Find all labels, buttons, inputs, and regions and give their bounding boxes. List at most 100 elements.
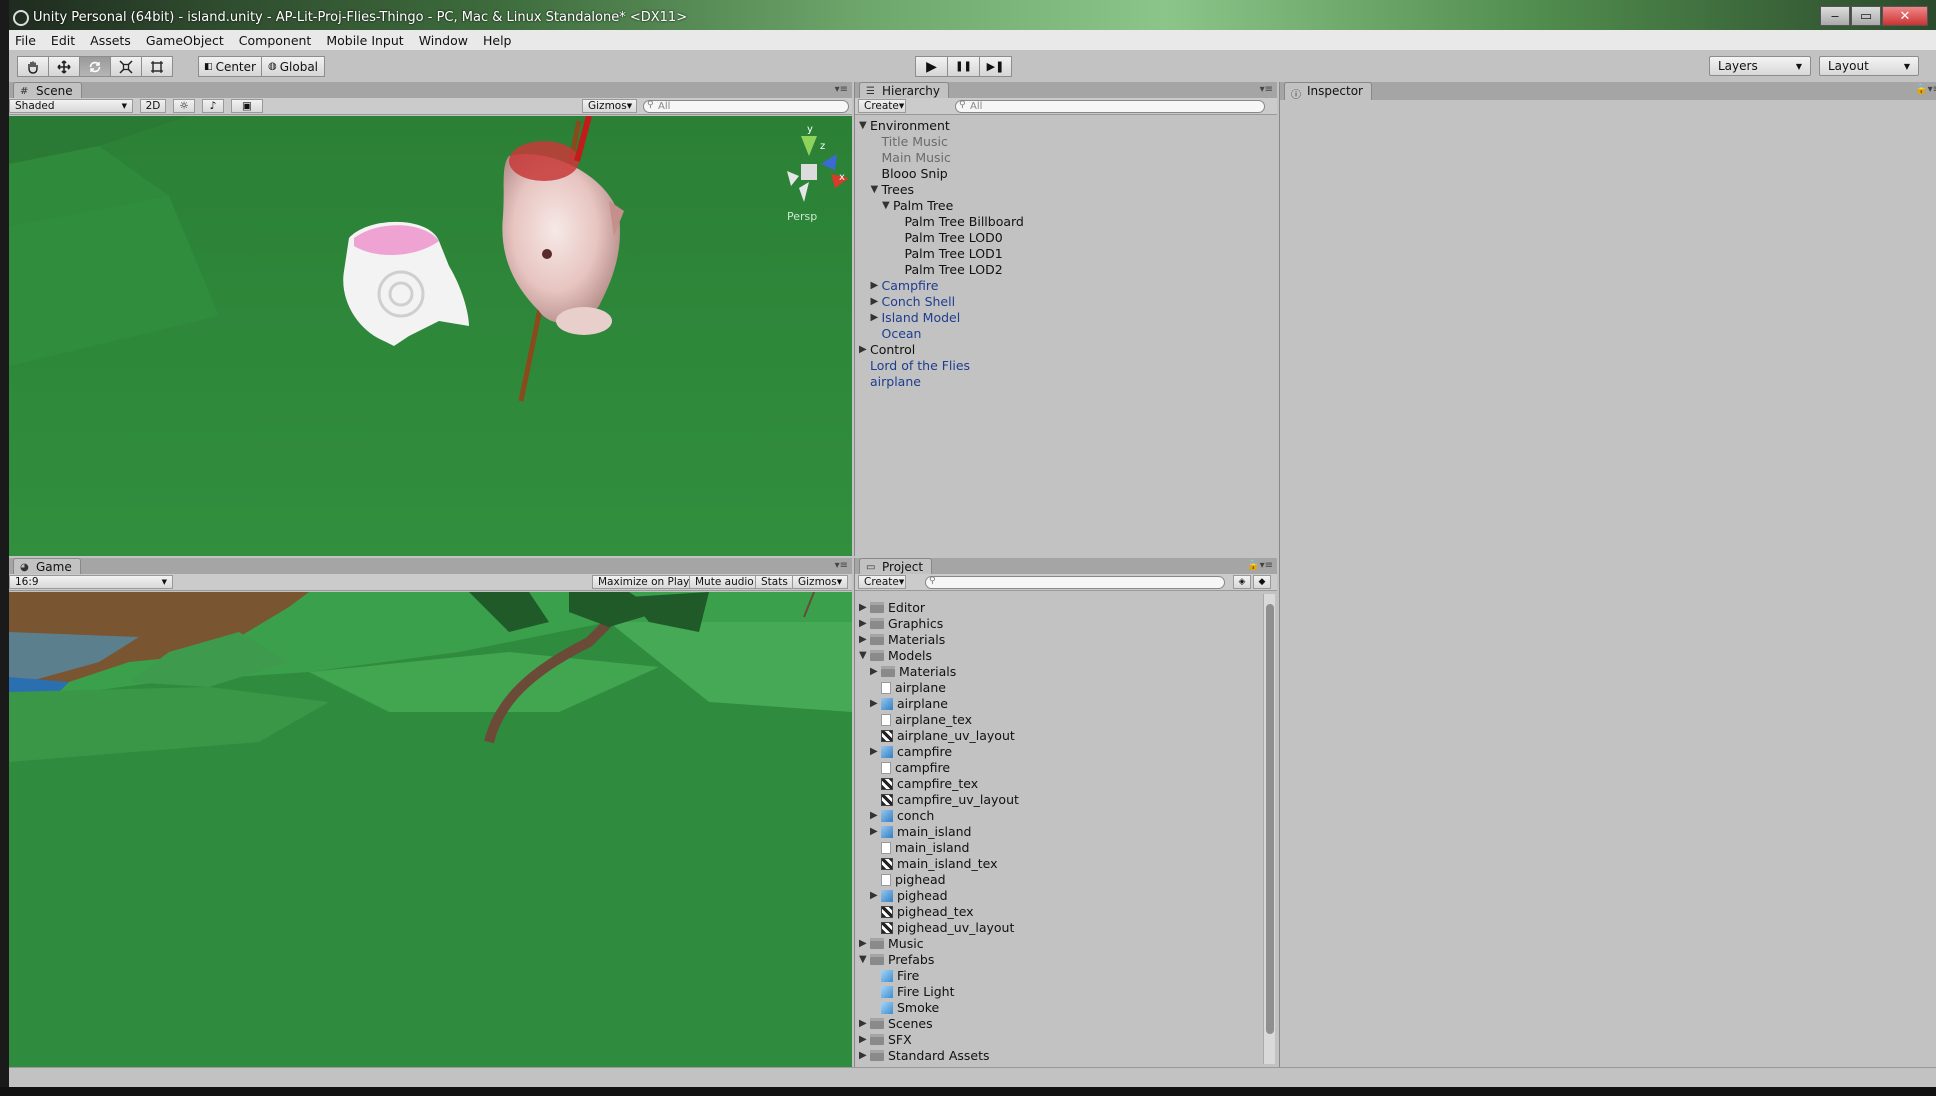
hierarchy-item[interactable]: Palm Tree LOD1 <box>905 246 1003 262</box>
project-create-button[interactable]: Create ▼ <box>858 575 906 589</box>
expand-right-icon[interactable]: ▶ <box>859 1032 867 1048</box>
expand-right-icon[interactable]: ▶ <box>871 278 879 294</box>
expand-right-icon[interactable]: ▶ <box>871 310 879 326</box>
expand-right-icon[interactable]: ▶ <box>859 632 867 648</box>
scale-tool-button[interactable] <box>110 56 142 77</box>
project-item[interactable]: ▶ Editor <box>859 600 925 616</box>
play-button[interactable]: ▶ <box>915 56 948 77</box>
hierarchy-item[interactable]: Ocean <box>882 326 922 342</box>
project-item[interactable]: campfire <box>881 760 950 776</box>
rotate-tool-button[interactable] <box>79 56 111 77</box>
expand-right-icon[interactable]: ▶ <box>870 744 878 760</box>
expand-down-icon[interactable]: ▼ <box>871 182 879 198</box>
pause-button[interactable]: ❚❚ <box>947 56 980 77</box>
panel-menu-icon[interactable]: 🔒▾≡ <box>1247 560 1273 571</box>
hierarchy-item[interactable]: ▶ Control <box>859 342 915 358</box>
hand-tool-button[interactable] <box>17 56 49 77</box>
layers-dropdown[interactable]: Layers ▼ <box>1709 56 1811 76</box>
scene-viewport[interactable]: y z x Persp <box>9 116 852 556</box>
hierarchy-item[interactable]: Palm Tree LOD0 <box>905 230 1003 246</box>
filter-by-label-button[interactable]: ◆ <box>1253 575 1271 589</box>
project-scroll-thumb[interactable] <box>1266 604 1274 1034</box>
project-item[interactable]: ▶ Scenes <box>859 1016 933 1032</box>
expand-down-icon[interactable]: ▼ <box>859 952 867 968</box>
project-item[interactable]: campfire_uv_layout <box>881 792 1019 808</box>
project-item[interactable]: ▶ campfire <box>870 744 952 760</box>
hierarchy-item[interactable]: airplane <box>870 374 921 390</box>
project-item[interactable]: ▶ SFX <box>859 1032 912 1048</box>
project-item[interactable]: ▶ Music <box>859 936 924 952</box>
expand-right-icon[interactable]: ▶ <box>859 600 867 616</box>
project-item[interactable]: ▶ Materials <box>870 664 956 680</box>
close-button[interactable]: ✕ <box>1882 6 1928 26</box>
project-item[interactable]: ▶ airplane <box>870 696 948 712</box>
project-scrollbar[interactable] <box>1263 594 1275 1064</box>
hierarchy-item[interactable]: Title Music <box>882 134 948 150</box>
menu-gameobject[interactable]: GameObject <box>146 33 224 48</box>
hierarchy-item[interactable]: ▶ Island Model <box>871 310 961 326</box>
menu-window[interactable]: Window <box>419 33 468 48</box>
scene-gizmos-dropdown[interactable]: Gizmos ▼ <box>582 99 637 113</box>
effects-dropdown[interactable]: ▣ <box>231 99 263 113</box>
tab-inspector[interactable]: ⓘ Inspector <box>1284 82 1372 101</box>
audio-toggle[interactable]: ♪ <box>202 99 224 113</box>
mute-audio-toggle[interactable]: Mute audio <box>689 575 760 589</box>
2d-toggle[interactable]: 2D <box>140 99 166 113</box>
hierarchy-item[interactable]: ▶ Campfire <box>871 278 939 294</box>
space-global-button[interactable]: ◍ Global <box>261 56 325 77</box>
panel-menu-icon[interactable]: ▾≡ <box>1260 84 1273 95</box>
aspect-dropdown[interactable]: 16:9 ▼ <box>9 575 173 589</box>
project-item[interactable]: Fire <box>881 968 919 984</box>
hierarchy-item[interactable]: ▼ Trees <box>871 182 915 198</box>
maximize-on-play-toggle[interactable]: Maximize on Play <box>592 575 696 589</box>
expand-right-icon[interactable]: ▶ <box>870 808 878 824</box>
game-viewport[interactable] <box>9 592 852 1067</box>
project-item[interactable]: main_island_tex <box>881 856 997 872</box>
expand-right-icon[interactable]: ▶ <box>870 664 878 680</box>
project-item[interactable]: pighead_uv_layout <box>881 920 1014 936</box>
hierarchy-item[interactable]: ▼ Environment <box>859 118 950 134</box>
hierarchy-item[interactable]: Main Music <box>882 150 951 166</box>
project-item[interactable]: ▶ Standard Assets <box>859 1048 990 1064</box>
project-item[interactable]: ▼ Prefabs <box>859 952 934 968</box>
expand-down-icon[interactable]: ▼ <box>859 648 867 664</box>
expand-right-icon[interactable]: ▶ <box>859 1016 867 1032</box>
panel-menu-icon[interactable]: 🔒▾≡ <box>1915 84 1936 95</box>
expand-right-icon[interactable]: ▶ <box>859 936 867 952</box>
pivot-center-button[interactable]: ◧ Center <box>198 56 262 77</box>
minimize-button[interactable]: ‒ <box>1820 6 1850 26</box>
project-search-input[interactable]: ⚲ <box>925 576 1225 589</box>
expand-down-icon[interactable]: ▼ <box>859 118 867 134</box>
hierarchy-item[interactable]: Palm Tree LOD2 <box>905 262 1003 278</box>
project-item[interactable]: main_island <box>881 840 969 856</box>
panel-menu-icon[interactable]: ▾≡ <box>835 560 848 571</box>
project-item[interactable]: airplane <box>881 680 946 696</box>
layout-dropdown[interactable]: Layout ▼ <box>1819 56 1919 76</box>
project-item[interactable]: ▶ main_island <box>870 824 971 840</box>
menu-edit[interactable]: Edit <box>51 33 75 48</box>
menu-mobile-input[interactable]: Mobile Input <box>326 33 403 48</box>
project-item[interactable]: pighead_tex <box>881 904 974 920</box>
rect-tool-button[interactable] <box>141 56 173 77</box>
project-item[interactable]: pighead <box>881 872 946 888</box>
hierarchy-create-button[interactable]: Create ▼ <box>858 99 906 113</box>
hierarchy-item[interactable]: ▶ Conch Shell <box>871 294 956 310</box>
project-item[interactable]: ▼ Models <box>859 648 932 664</box>
project-item[interactable]: airplane_uv_layout <box>881 728 1015 744</box>
game-gizmos-dropdown[interactable]: Gizmos ▼ <box>792 575 848 589</box>
expand-right-icon[interactable]: ▶ <box>859 616 867 632</box>
hierarchy-item[interactable]: Lord of the Flies <box>870 358 970 374</box>
scene-search-input[interactable]: ⚲ All <box>643 100 849 113</box>
project-item[interactable]: ▶ conch <box>870 808 934 824</box>
project-item[interactable]: campfire_tex <box>881 776 978 792</box>
project-item[interactable]: ▶ Materials <box>859 632 945 648</box>
expand-right-icon[interactable]: ▶ <box>870 888 878 904</box>
lighting-toggle[interactable]: ☼ <box>173 99 195 113</box>
expand-right-icon[interactable]: ▶ <box>871 294 879 310</box>
maximize-button[interactable]: ▭ <box>1851 6 1881 26</box>
expand-right-icon[interactable]: ▶ <box>859 342 867 358</box>
hierarchy-item[interactable]: Blooo Snip <box>882 166 948 182</box>
stats-toggle[interactable]: Stats <box>755 575 794 589</box>
expand-right-icon[interactable]: ▶ <box>870 696 878 712</box>
expand-down-icon[interactable]: ▼ <box>882 198 890 214</box>
